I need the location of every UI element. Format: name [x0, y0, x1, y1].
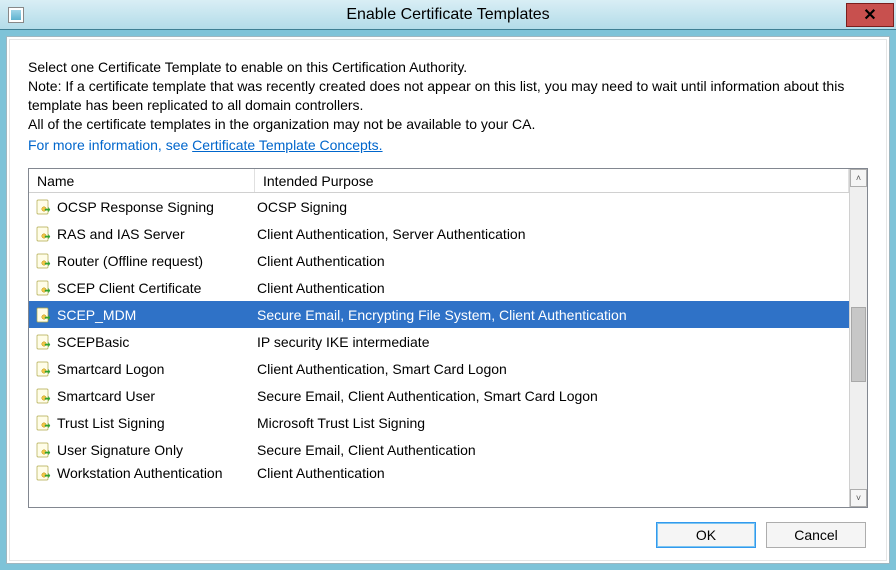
certificate-template-icon	[35, 252, 53, 270]
certificate-template-icon	[35, 306, 53, 324]
certificate-template-icon	[35, 279, 53, 297]
close-button[interactable]: ✕	[846, 3, 894, 27]
template-purpose: OCSP Signing	[255, 199, 849, 215]
scroll-down-button[interactable]: ˅	[850, 489, 867, 507]
cancel-label: Cancel	[794, 527, 838, 543]
template-name: Router (Offline request)	[57, 253, 255, 269]
table-row[interactable]: SCEPBasicIP security IKE intermediate	[29, 328, 849, 355]
template-purpose: Secure Email, Encrypting File System, Cl…	[255, 307, 849, 323]
description-text: Select one Certificate Template to enabl…	[28, 58, 868, 154]
cancel-button[interactable]: Cancel	[766, 522, 866, 548]
template-name: SCEP Client Certificate	[57, 280, 255, 296]
certificate-template-icon	[35, 464, 53, 482]
template-list: Name Intended Purpose OCSP Response Sign…	[28, 168, 868, 508]
certificate-template-icon	[35, 198, 53, 216]
table-row[interactable]: Router (Offline request)Client Authentic…	[29, 247, 849, 274]
template-purpose: IP security IKE intermediate	[255, 334, 849, 350]
certificate-template-icon	[35, 387, 53, 405]
template-purpose: Client Authentication	[255, 280, 849, 296]
titlebar[interactable]: Enable Certificate Templates ✕	[0, 0, 896, 30]
ok-label: OK	[696, 527, 716, 543]
certificate-template-icon	[35, 306, 53, 324]
chevron-down-icon: ˅	[856, 493, 861, 503]
certificate-template-icon	[35, 198, 53, 216]
info-link[interactable]: Certificate Template Concepts.	[192, 137, 382, 153]
button-row: OK Cancel	[28, 522, 868, 548]
certificate-template-icon	[35, 225, 53, 243]
template-name: SCEPBasic	[57, 334, 255, 350]
list-main: Name Intended Purpose OCSP Response Sign…	[29, 169, 849, 507]
certificate-template-icon	[35, 441, 53, 459]
system-icon	[8, 7, 24, 23]
chevron-up-icon: ˄	[856, 173, 861, 183]
template-name: User Signature Only	[57, 442, 255, 458]
info-line: For more information, see Certificate Te…	[28, 136, 868, 155]
template-name: SCEP_MDM	[57, 307, 255, 323]
table-row[interactable]: RAS and IAS ServerClient Authentication,…	[29, 220, 849, 247]
vertical-scrollbar[interactable]: ˄ ˅	[849, 169, 867, 507]
scroll-thumb[interactable]	[851, 307, 866, 382]
certificate-template-icon	[35, 441, 53, 459]
column-header-name[interactable]: Name	[29, 169, 255, 192]
certificate-template-icon	[35, 225, 53, 243]
desc-line-3: All of the certificate templates in the …	[28, 115, 868, 134]
column-header-purpose[interactable]: Intended Purpose	[255, 169, 849, 192]
certificate-template-icon	[35, 360, 53, 378]
table-row[interactable]: User Signature OnlySecure Email, Client …	[29, 436, 849, 463]
template-purpose: Client Authentication	[255, 253, 849, 269]
template-name: Workstation Authentication	[57, 465, 255, 481]
template-purpose: Microsoft Trust List Signing	[255, 415, 849, 431]
table-row[interactable]: SCEP_MDMSecure Email, Encrypting File Sy…	[29, 301, 849, 328]
certificate-template-icon	[35, 387, 53, 405]
certificate-template-icon	[35, 252, 53, 270]
certificate-template-icon	[35, 414, 53, 432]
certificate-template-icon	[35, 333, 53, 351]
template-name: Smartcard User	[57, 388, 255, 404]
ok-button[interactable]: OK	[656, 522, 756, 548]
template-purpose: Secure Email, Client Authentication, Sma…	[255, 388, 849, 404]
table-row[interactable]: OCSP Response SigningOCSP Signing	[29, 193, 849, 220]
certificate-template-icon	[35, 279, 53, 297]
dialog-window: Enable Certificate Templates ✕ Select on…	[0, 0, 896, 570]
table-row[interactable]: Smartcard LogonClient Authentication, Sm…	[29, 355, 849, 382]
list-rows: OCSP Response SigningOCSP SigningRAS and…	[29, 193, 849, 507]
table-row[interactable]: Smartcard UserSecure Email, Client Authe…	[29, 382, 849, 409]
table-row[interactable]: Trust List SigningMicrosoft Trust List S…	[29, 409, 849, 436]
template-purpose: Client Authentication	[255, 465, 849, 481]
desc-line-2: Note: If a certificate template that was…	[28, 77, 868, 115]
table-row[interactable]: SCEP Client CertificateClient Authentica…	[29, 274, 849, 301]
certificate-template-icon	[35, 360, 53, 378]
template-name: RAS and IAS Server	[57, 226, 255, 242]
certificate-template-icon	[35, 333, 53, 351]
list-header: Name Intended Purpose	[29, 169, 849, 193]
window-title: Enable Certificate Templates	[0, 6, 896, 24]
template-name: OCSP Response Signing	[57, 199, 255, 215]
table-row[interactable]: Workstation AuthenticationClient Authent…	[29, 463, 849, 483]
info-prefix: For more information, see	[28, 137, 192, 153]
template-name: Trust List Signing	[57, 415, 255, 431]
certificate-template-icon	[35, 464, 53, 482]
template-name: Smartcard Logon	[57, 361, 255, 377]
template-purpose: Client Authentication, Smart Card Logon	[255, 361, 849, 377]
template-purpose: Secure Email, Client Authentication	[255, 442, 849, 458]
client-area: Select one Certificate Template to enabl…	[6, 36, 890, 564]
content-panel: Select one Certificate Template to enabl…	[9, 39, 887, 561]
close-icon: ✕	[863, 5, 876, 25]
scroll-track[interactable]	[850, 187, 867, 489]
certificate-template-icon	[35, 414, 53, 432]
scroll-up-button[interactable]: ˄	[850, 169, 867, 187]
template-purpose: Client Authentication, Server Authentica…	[255, 226, 849, 242]
desc-line-1: Select one Certificate Template to enabl…	[28, 58, 868, 77]
